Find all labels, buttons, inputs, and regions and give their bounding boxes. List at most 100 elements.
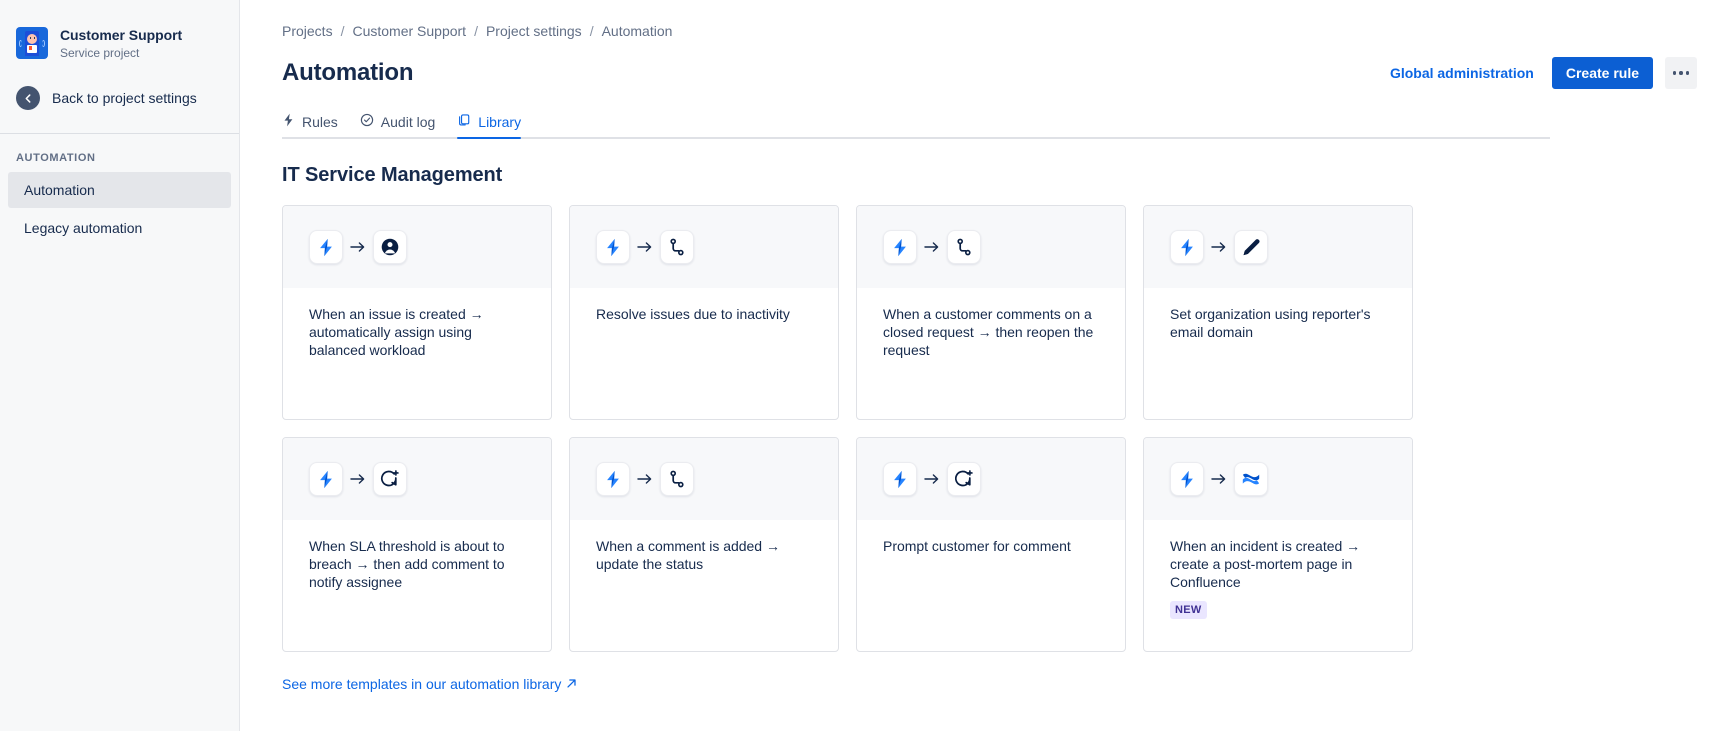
sidebar-item-legacy-automation[interactable]: Legacy automation [8,210,231,246]
back-link-label: Back to project settings [52,88,197,108]
breadcrumb-item-customer-support[interactable]: Customer Support [352,23,466,39]
breadcrumb-item-projects[interactable]: Projects [282,23,333,39]
global-administration-link[interactable]: Global administration [1390,63,1540,83]
template-card[interactable]: Set organization using reporter's email … [1143,205,1413,420]
template-description: When a customer comments on a closed req… [883,305,1103,359]
tab-audit-log[interactable]: Audit log [360,113,435,137]
template-card-icons [1144,206,1412,288]
page-title: Automation [282,57,413,89]
see-more-templates-link[interactable]: See more templates in our automation lib… [282,674,577,694]
tab-rules[interactable]: Rules [282,113,338,137]
template-card-body: Resolve issues due to inactivity [570,288,838,419]
edit-pencil-icon [1234,230,1268,264]
template-card[interactable]: When a comment is added → update the sta… [569,437,839,652]
sidebar-item-label: Automation [24,180,95,200]
confluence-icon [1234,462,1268,496]
arrow-right-icon [1204,241,1234,253]
project-type: Service project [60,45,182,61]
assignee-avatar-icon [373,230,407,264]
template-card-body: When a customer comments on a closed req… [857,288,1125,419]
template-card-body: When a comment is added → update the sta… [570,520,838,651]
arrow-right-icon [343,473,373,485]
bolt-icon [596,230,630,264]
ellipsis-icon [1686,71,1690,75]
arrow-right-icon [630,241,660,253]
breadcrumb-separator: / [466,23,486,39]
template-description: Set organization using reporter's email … [1170,305,1390,341]
ellipsis-icon [1679,71,1683,75]
arrow-left-circle-icon [16,86,40,110]
arrow-right-icon [343,241,373,253]
template-card[interactable]: When SLA threshold is about to breach → … [282,437,552,652]
tab-label: Rules [302,114,338,130]
bolt-icon [309,462,343,496]
bolt-icon [1170,462,1204,496]
template-card-body: When an issue is created → automatically… [283,288,551,419]
breadcrumb: Projects / Customer Support / Project se… [282,22,1729,40]
back-to-project-settings-link[interactable]: Back to project settings [0,78,239,118]
template-description: When SLA threshold is about to breach → … [309,537,529,591]
sidebar-item-label: Legacy automation [24,218,142,238]
bolt-icon [1170,230,1204,264]
arrow-right-icon [917,473,947,485]
template-card[interactable]: When a customer comments on a closed req… [856,205,1126,420]
copy-icon [457,113,471,130]
template-card-icons [283,438,551,520]
arrow-right-icon [630,473,660,485]
template-card-grid: When an issue is created → automatically… [282,205,1729,652]
template-card-body: When an incident is created → create a p… [1144,520,1412,651]
template-card-icons [857,206,1125,288]
template-card-icons [857,438,1125,520]
template-card-icons [1144,438,1412,520]
tab-label: Audit log [381,114,435,130]
automation-library-page: Customer Support Service project Back to… [0,0,1729,731]
template-card-body: When SLA threshold is about to breach → … [283,520,551,651]
breadcrumb-item-project-settings[interactable]: Project settings [486,23,582,39]
add-comment-icon [947,462,981,496]
see-more-label: See more templates in our automation lib… [282,674,561,694]
bolt-icon [309,230,343,264]
template-description: When an issue is created → automatically… [309,305,529,359]
service-desk-avatar-icon [16,27,48,59]
template-card-body: Set organization using reporter's email … [1144,288,1412,419]
main-content: Projects / Customer Support / Project se… [240,0,1729,731]
bolt-icon [883,462,917,496]
status-badge: NEW [1170,601,1207,619]
template-card-icons [570,438,838,520]
template-card[interactable]: When an issue is created → automatically… [282,205,552,420]
transition-status-icon [947,230,981,264]
breadcrumb-separator: / [582,23,602,39]
sidebar-section-title: AUTOMATION [0,134,239,172]
page-header-actions: Global administration Create rule [1390,57,1697,89]
project-name: Customer Support [60,26,182,44]
sidebar-item-automation[interactable]: Automation [8,172,231,208]
more-actions-button[interactable] [1665,57,1697,89]
check-circle-icon [360,113,374,130]
breadcrumb-separator: / [333,23,353,39]
external-link-arrow-icon [566,674,577,694]
template-description: When a comment is added → update the sta… [596,537,816,573]
tab-library[interactable]: Library [457,113,521,137]
create-rule-button[interactable]: Create rule [1552,57,1653,89]
template-description: Prompt customer for comment [883,537,1103,555]
template-description: Resolve issues due to inactivity [596,305,816,323]
tab-label: Library [478,114,521,130]
template-card-icons [570,206,838,288]
template-card-body: Prompt customer for comment [857,520,1125,651]
transition-status-icon [660,462,694,496]
transition-status-icon [660,230,694,264]
library-section-title: IT Service Management [282,163,1729,187]
automation-tabs: Rules Audit log [282,109,1550,139]
arrow-right-icon [917,241,947,253]
template-card-icons [283,206,551,288]
project-header: Customer Support Service project [0,22,239,64]
bolt-icon [883,230,917,264]
bolt-icon [596,462,630,496]
template-card[interactable]: Prompt customer for comment [856,437,1126,652]
ellipsis-icon [1673,71,1677,75]
template-card[interactable]: Resolve issues due to inactivity [569,205,839,420]
project-settings-sidebar: Customer Support Service project Back to… [0,0,240,731]
template-card[interactable]: When an incident is created → create a p… [1143,437,1413,652]
arrow-right-icon [1204,473,1234,485]
breadcrumb-item-automation: Automation [602,23,673,39]
